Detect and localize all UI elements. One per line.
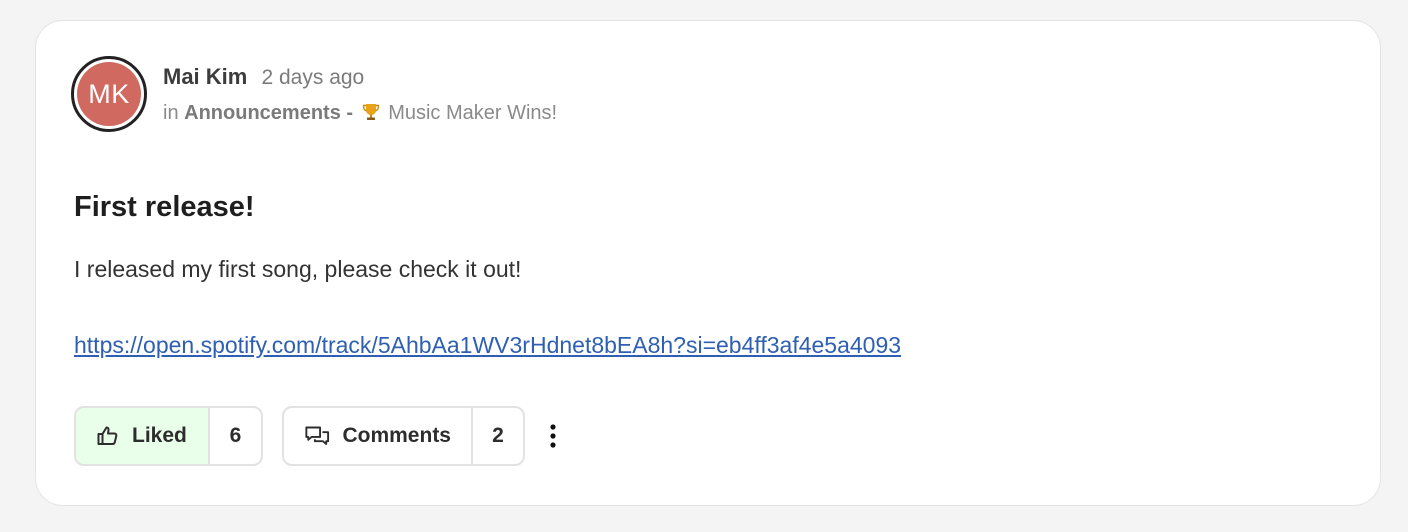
context-prefix: in — [163, 102, 179, 124]
comments-label: Comments — [342, 424, 451, 447]
comments-count[interactable]: 2 — [471, 408, 523, 464]
vertical-ellipsis-icon — [550, 424, 556, 448]
topic-link[interactable]: Music Maker Wins! — [388, 102, 557, 124]
speech-bubbles-icon — [305, 426, 330, 445]
post-card: MK Mai Kim 2 days ago in Announcements -… — [35, 20, 1381, 506]
comments-button[interactable]: Comments — [284, 408, 471, 464]
post-title: First release! — [74, 191, 255, 223]
post-timestamp[interactable]: 2 days ago — [261, 66, 364, 89]
trophy-icon — [362, 104, 379, 120]
avatar[interactable]: MK — [71, 56, 147, 132]
space-link[interactable]: Announcements — [184, 102, 341, 124]
post-context: in Announcements - Music Maker Wins! — [163, 102, 557, 125]
spotify-link[interactable]: https://open.spotify.com/track/5AhbAa1WV… — [74, 332, 901, 359]
thumbs-up-icon — [97, 426, 118, 445]
avatar-initials: MK — [77, 62, 141, 126]
post-body: I released my first song, please check i… — [74, 256, 522, 282]
more-options-button[interactable] — [540, 416, 566, 456]
like-label: Liked — [132, 424, 187, 447]
context-separator: - — [346, 102, 354, 124]
comments-button-group: Comments 2 — [282, 406, 525, 466]
author-name[interactable]: Mai Kim — [163, 64, 247, 89]
like-button-group: Liked 6 — [74, 406, 263, 466]
like-count[interactable]: 6 — [208, 408, 261, 464]
post-header: Mai Kim 2 days ago — [163, 64, 364, 90]
like-button[interactable]: Liked — [76, 408, 208, 464]
